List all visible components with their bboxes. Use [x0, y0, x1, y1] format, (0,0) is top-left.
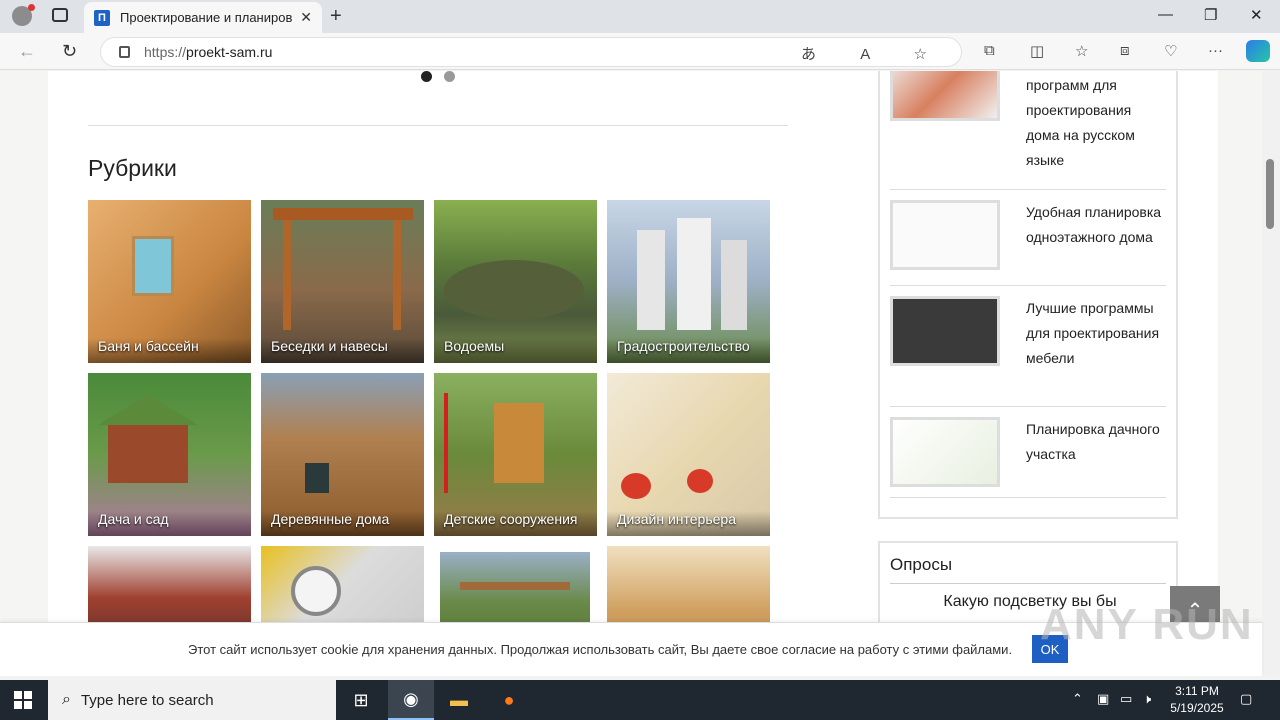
volume-icon[interactable]: 🕨 [1143, 691, 1151, 707]
taskbar: ⌕ Type here to search ⊞ ◉ ▬ ● ⌃ ▣ ▭ 🕨 3:… [0, 680, 1280, 720]
category-tile[interactable]: Дача и сад [88, 373, 251, 536]
divider [88, 125, 788, 126]
post-title[interactable]: Лучшие программы для проектирования мебе… [1026, 296, 1166, 371]
favorites-icon[interactable]: ☆ [1075, 42, 1088, 60]
performance-icon[interactable]: ♡ [1164, 42, 1177, 60]
lock-icon[interactable] [119, 46, 130, 58]
tab-actions-icon[interactable] [52, 8, 68, 22]
cookie-text: Этот сайт использует cookie для хранения… [188, 642, 1013, 657]
divider [890, 583, 1166, 584]
divider [890, 497, 1166, 498]
scrollbar-thumb[interactable] [1266, 159, 1274, 229]
search-placeholder: Type here to search [80, 691, 214, 709]
split-screen-icon[interactable]: ◫ [1030, 42, 1044, 60]
category-label: Баня и бассейн [88, 338, 251, 363]
category-label: Беседки и навесы [261, 338, 424, 363]
new-tab-icon[interactable]: + [330, 5, 342, 28]
category-tile[interactable]: Деревянные дома [261, 373, 424, 536]
tray-chevron-icon[interactable]: ⌃ [1072, 691, 1083, 707]
network-icon[interactable]: ▭ [1120, 691, 1132, 707]
back-icon[interactable]: ← [18, 41, 36, 62]
divider [890, 285, 1166, 286]
category-tile[interactable]: Беседки и навесы [261, 200, 424, 363]
minimize-icon[interactable]: — [1158, 6, 1173, 23]
site-favicon-icon: П [94, 9, 110, 26]
polls-title: Опросы [890, 555, 953, 574]
collections-icon[interactable]: ⧈ [1120, 42, 1130, 59]
category-tile[interactable]: Детские сооружения [434, 373, 597, 536]
post-thumbnail[interactable] [890, 200, 1000, 270]
browser-tab-bar: П Проектирование и планировка ✕ + — ❐ ✕ [0, 0, 1280, 33]
category-label: Дизайн интерьера [607, 511, 770, 536]
category-label: Дача и сад [88, 511, 251, 536]
task-view-icon[interactable]: ⊞ [338, 680, 384, 720]
browser-tab[interactable]: П Проектирование и планировка ✕ [84, 2, 322, 33]
more-menu-icon[interactable]: ··· [1208, 42, 1223, 59]
category-tile[interactable]: Водоемы [434, 200, 597, 363]
content-area: Рубрики Баня и бассейн Беседки и навесы … [48, 71, 1220, 676]
section-title: Рубрики [88, 155, 177, 181]
watermark: ANY RUN [1040, 600, 1254, 649]
start-button[interactable] [14, 691, 32, 709]
clock[interactable]: 3:11 PM 5/19/2025 [1162, 683, 1232, 717]
category-label: Деревянные дома [261, 511, 424, 536]
post-title[interactable]: Удобная планировка одноэтажного дома [1026, 200, 1166, 250]
slider-dot-active[interactable] [421, 71, 432, 82]
slider-dot[interactable] [444, 71, 455, 82]
page-scrollbar[interactable] [1262, 71, 1280, 676]
address-bar[interactable]: https://proekt-sam.ru あ A ☆ [100, 37, 962, 67]
post-title[interactable]: Планировка дачного участка [1026, 417, 1166, 467]
divider [890, 189, 1166, 190]
category-label: Детские сооружения [434, 511, 597, 536]
notifications-icon[interactable]: ▢ [1240, 691, 1252, 707]
category-tile[interactable]: Дизайн интерьера [607, 373, 770, 536]
post-thumbnail[interactable] [890, 296, 1000, 366]
tray-device-icon[interactable]: ▣ [1097, 691, 1109, 707]
edge-icon[interactable]: ◉ [388, 680, 434, 720]
close-window-icon[interactable]: ✕ [1250, 6, 1263, 24]
search-icon: ⌕ [62, 691, 71, 708]
profile-icon[interactable] [12, 4, 35, 26]
firefox-icon[interactable]: ● [486, 680, 532, 720]
clock-date: 5/19/2025 [1170, 701, 1224, 715]
web-page: Рубрики Баня и бассейн Беседки и навесы … [0, 71, 1262, 676]
copilot-icon[interactable] [1246, 40, 1270, 62]
post-thumbnail[interactable] [890, 71, 1000, 121]
close-tab-icon[interactable]: ✕ [300, 9, 312, 26]
restore-icon[interactable]: ❐ [1204, 6, 1217, 24]
extensions-icon[interactable]: ⧉ [984, 42, 995, 59]
category-tile[interactable]: Баня и бассейн [88, 200, 251, 363]
url-text: https://proekt-sam.ru [144, 44, 273, 60]
taskbar-search[interactable]: ⌕ Type here to search [48, 680, 336, 720]
file-explorer-icon[interactable]: ▬ [436, 680, 482, 720]
divider [890, 406, 1166, 407]
refresh-icon[interactable]: ↻ [62, 41, 77, 62]
address-bar-actions[interactable]: あ A ☆ [801, 43, 947, 64]
tab-title: Проектирование и планировка [120, 10, 293, 25]
post-thumbnail[interactable] [890, 417, 1000, 487]
post-title[interactable]: ТОП-5 бесплатных программ для проектиров… [1026, 71, 1166, 173]
category-label: Водоемы [434, 338, 597, 363]
clock-time: 3:11 PM [1175, 684, 1219, 698]
category-label: Градостроительство [607, 338, 770, 363]
category-tile[interactable]: Градостроительство [607, 200, 770, 363]
